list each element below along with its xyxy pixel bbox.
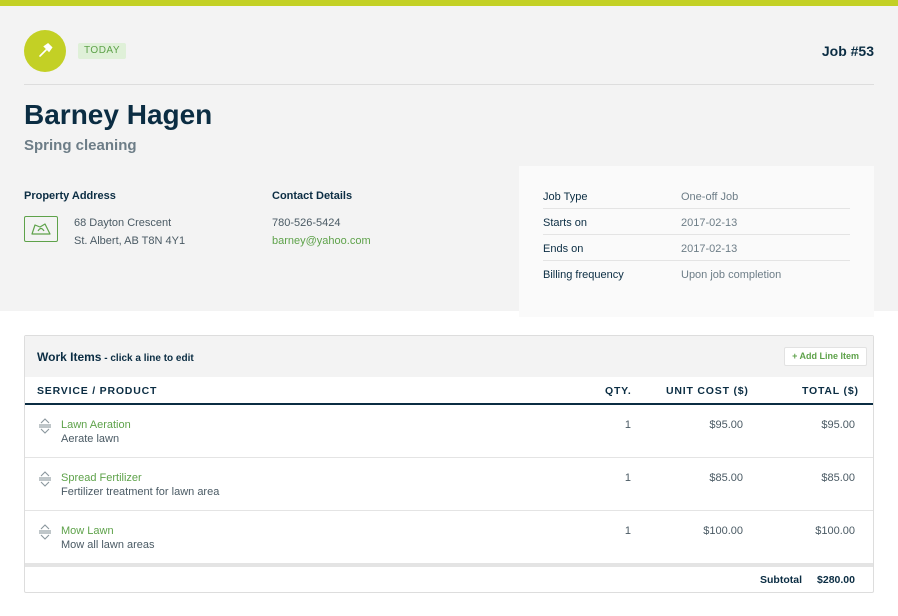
item-description: Aerate lawn xyxy=(61,433,120,445)
work-items-header: Work Items - click a line to edit + Add … xyxy=(25,336,873,377)
contact-email-link[interactable]: barney@yahoo.com xyxy=(272,235,371,247)
detail-label: Billing frequency xyxy=(543,269,624,281)
detail-label: Ends on xyxy=(543,243,584,255)
detail-row-starts-on: Starts on 2017-02-13 xyxy=(543,209,850,235)
detail-row-ends-on: Ends on 2017-02-13 xyxy=(543,235,850,261)
item-description: Fertilizer treatment for lawn area xyxy=(61,486,220,498)
item-total: $85.00 xyxy=(821,472,855,484)
hammer-icon xyxy=(39,42,53,57)
status-badge: TODAY xyxy=(78,43,127,59)
table-row[interactable]: Lawn Aeration Aerate lawn 1 $95.00 $95.0… xyxy=(25,405,873,458)
client-name: Barney Hagen xyxy=(24,99,213,130)
detail-label: Starts on xyxy=(543,217,588,229)
map-icon xyxy=(31,223,51,235)
address-line-1: 68 Dayton Crescent xyxy=(74,217,172,229)
item-total: $100.00 xyxy=(815,525,855,537)
detail-value: One-off Job xyxy=(681,191,739,203)
work-items-title-text: Work Items xyxy=(37,350,102,364)
work-items-hint: - click a line to edit xyxy=(101,353,194,364)
drag-handle-icon[interactable] xyxy=(37,470,53,488)
item-qty: 1 xyxy=(624,419,631,431)
job-title: Spring cleaning xyxy=(24,137,137,154)
item-name[interactable]: Spread Fertilizer xyxy=(61,472,142,484)
detail-value: 2017-02-13 xyxy=(681,243,738,255)
map-icon-button[interactable] xyxy=(24,216,58,242)
item-total: $95.00 xyxy=(821,419,855,431)
detail-row-job-type: Job Type One-off Job xyxy=(543,183,850,209)
subtotal-separator xyxy=(25,563,873,567)
job-details-panel: Job Type One-off Job Starts on 2017-02-1… xyxy=(519,166,874,317)
job-header: TODAY Job #53 Barney Hagen Spring cleani… xyxy=(0,6,898,317)
item-description: Mow all lawn areas xyxy=(61,539,155,551)
detail-row-billing-frequency: Billing frequency Upon job completion xyxy=(543,261,850,287)
item-qty: 1 xyxy=(624,472,631,484)
work-items-title: Work Items - click a line to edit xyxy=(37,350,194,364)
detail-value: Upon job completion xyxy=(681,269,782,281)
item-name[interactable]: Lawn Aeration xyxy=(61,419,131,431)
detail-value: 2017-02-13 xyxy=(681,217,738,229)
detail-label: Job Type xyxy=(543,191,588,203)
item-unit-cost: $95.00 xyxy=(709,419,743,431)
subtotal-label: Subtotal xyxy=(760,574,802,586)
drag-handle-icon[interactable] xyxy=(37,417,53,435)
item-name[interactable]: Mow Lawn xyxy=(61,525,114,537)
column-header-qty: QTY. xyxy=(605,385,632,397)
column-header-total: TOTAL ($) xyxy=(802,385,859,397)
item-qty: 1 xyxy=(624,525,631,537)
table-row[interactable]: Spread Fertilizer Fertilizer treatment f… xyxy=(25,458,873,511)
item-unit-cost: $85.00 xyxy=(709,472,743,484)
add-line-item-button[interactable]: + Add Line Item xyxy=(784,347,867,366)
contact-phone: 780-526-5424 xyxy=(272,217,341,229)
column-header-unit-cost: UNIT COST ($) xyxy=(666,385,749,397)
subtotal-value: $280.00 xyxy=(817,574,855,586)
job-avatar xyxy=(24,30,66,72)
column-header-service: SERVICE / PRODUCT xyxy=(37,385,158,397)
job-number: Job #53 xyxy=(821,43,874,59)
item-unit-cost: $100.00 xyxy=(703,525,743,537)
property-address-heading: Property Address xyxy=(24,190,116,202)
drag-handle-icon[interactable] xyxy=(37,523,53,541)
contact-details-heading: Contact Details xyxy=(272,190,353,202)
address-line-2: St. Albert, AB T8N 4Y1 xyxy=(74,235,186,247)
table-row[interactable]: Mow Lawn Mow all lawn areas 1 $100.00 $1… xyxy=(25,511,873,564)
work-items-card: Work Items - click a line to edit + Add … xyxy=(24,335,874,593)
header-divider xyxy=(24,84,874,85)
